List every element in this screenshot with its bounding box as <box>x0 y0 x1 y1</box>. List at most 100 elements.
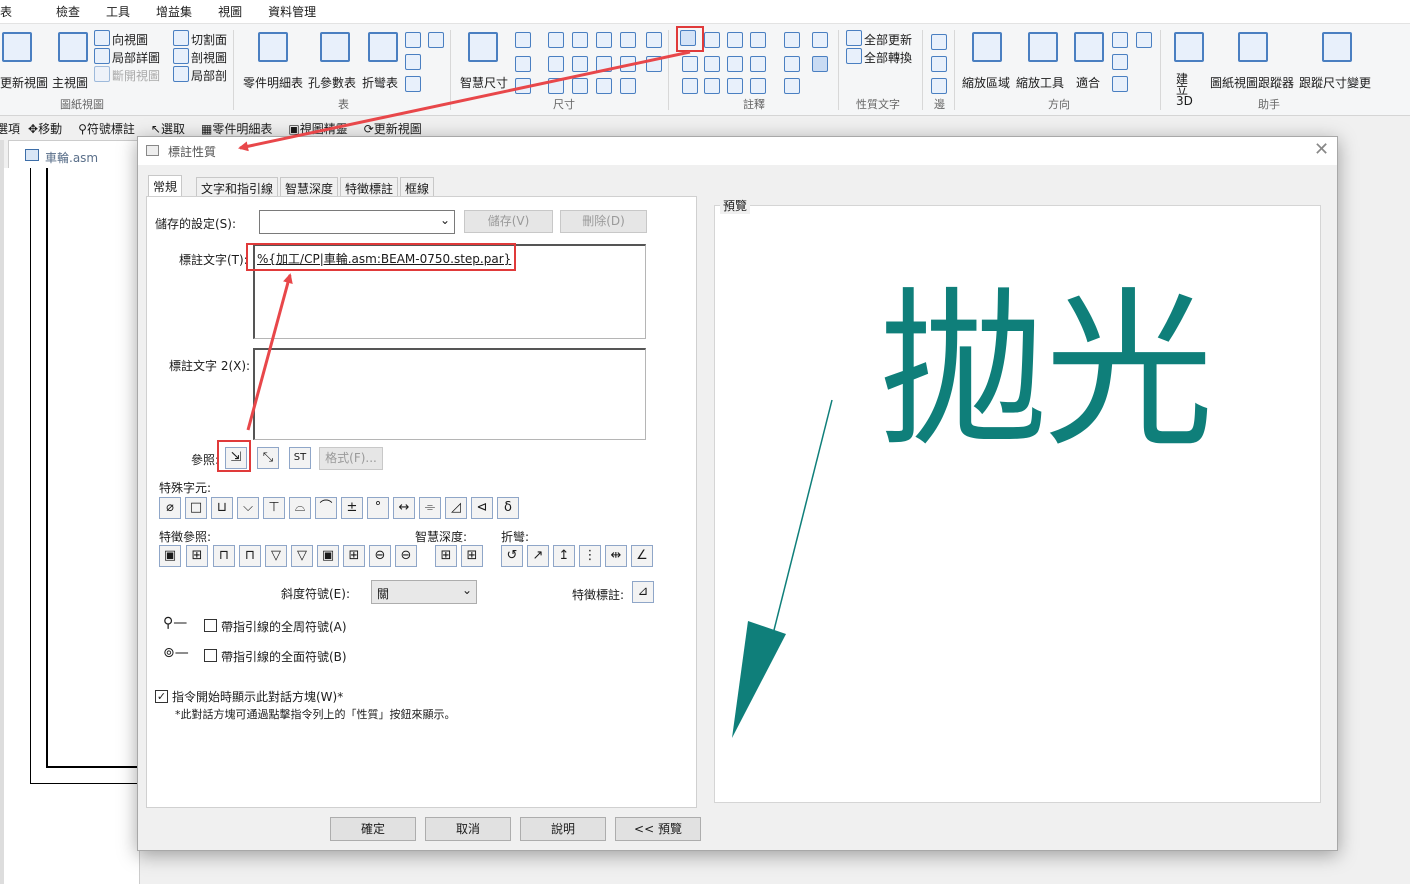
feature-ref-icon[interactable]: ▣ <box>317 545 339 567</box>
update-all-button[interactable]: 全部更新 <box>864 31 912 48</box>
section-view-icon[interactable] <box>173 48 189 64</box>
special-char-button[interactable]: ⌓ <box>289 497 311 519</box>
quickbar-view-wizard[interactable]: ▣視圖精靈 <box>288 120 355 137</box>
feature-ref-icon[interactable]: ▣ <box>159 545 181 567</box>
annotation-tool-icon[interactable] <box>750 32 766 48</box>
bend-icon[interactable]: ∠ <box>631 545 653 567</box>
bend-table-icon[interactable] <box>368 32 398 62</box>
dimension-reference-icon[interactable]: ⤡ <box>257 447 279 469</box>
dimension-tool-icon[interactable] <box>620 78 636 94</box>
special-char-button[interactable]: ± <box>341 497 363 519</box>
table-tool-icon[interactable] <box>405 32 421 48</box>
menu-item-view[interactable]: 視圖 <box>218 3 242 20</box>
broken-view-button[interactable]: 斷開視圖 <box>112 67 160 84</box>
track-dimension-icon[interactable] <box>1322 32 1352 62</box>
zoom-small-icon[interactable] <box>1112 32 1128 48</box>
zoom-area-button[interactable]: 縮放區域 <box>962 74 1010 91</box>
view-tool-icon[interactable] <box>1112 76 1128 92</box>
annotation-tool-icon[interactable] <box>812 32 828 48</box>
annotation-tool-icon[interactable] <box>682 78 698 94</box>
smart-depth-icon[interactable]: ⊞ <box>461 545 483 567</box>
annotation-tool-icon[interactable] <box>750 78 766 94</box>
table-tool-icon[interactable] <box>405 54 421 70</box>
preview-toggle-button[interactable]: << 預覽 <box>615 817 701 841</box>
annotation-tool-icon[interactable] <box>727 78 743 94</box>
special-char-button[interactable]: ◿ <box>445 497 467 519</box>
partial-section-button[interactable]: 局部剖 <box>191 67 227 84</box>
dimension-tool-icon[interactable] <box>646 32 662 48</box>
dimension-tool-icon[interactable] <box>620 32 636 48</box>
dimension-tool-icon[interactable] <box>548 78 564 94</box>
save-button[interactable]: 儲存(V) <box>464 210 553 233</box>
special-char-button[interactable]: ⌵ <box>237 497 259 519</box>
menu-item-tools[interactable]: 工具 <box>106 3 130 20</box>
special-char-button[interactable]: ⊲ <box>471 497 493 519</box>
dimension-tool-icon[interactable] <box>515 78 531 94</box>
feature-ref-icon[interactable]: ⊖ <box>395 545 417 567</box>
menu-item-addins[interactable]: 增益集 <box>156 3 192 20</box>
parts-list-icon[interactable] <box>258 32 288 62</box>
dimension-tool-icon[interactable] <box>548 32 564 48</box>
feature-ref-icon[interactable]: ▽ <box>291 545 313 567</box>
dimension-tool-icon[interactable] <box>515 56 531 72</box>
drawing-view-tracker-icon[interactable] <box>1238 32 1268 62</box>
dimension-tool-icon[interactable] <box>646 56 662 72</box>
tab-text-and-leader[interactable]: 文字和指引線 <box>196 177 279 197</box>
document-tab[interactable]: 車輪.asm <box>8 140 138 168</box>
quickbar-update-views[interactable]: ⟳更新視圖 <box>364 120 430 137</box>
annotation-tool-icon[interactable] <box>704 56 720 72</box>
annotation-tool-icon[interactable] <box>750 56 766 72</box>
view-tool-icon[interactable] <box>1112 54 1128 70</box>
feature-ref-icon[interactable]: ⊓ <box>213 545 235 567</box>
view-direction-button[interactable]: 向視圖 <box>112 31 148 48</box>
annotation-tool-icon[interactable] <box>704 78 720 94</box>
cutting-plane-icon[interactable] <box>173 30 189 46</box>
drawing-canvas[interactable] <box>0 168 140 884</box>
table-tool-icon[interactable] <box>428 32 444 48</box>
fit-button[interactable]: 適合 <box>1076 74 1100 91</box>
special-char-button[interactable]: ⊤ <box>263 497 285 519</box>
format-button[interactable]: 格式(F)... <box>319 447 383 470</box>
dimension-tool-icon[interactable] <box>515 32 531 48</box>
main-view-button[interactable]: 主視圖 <box>52 74 88 91</box>
dimension-tool-icon[interactable] <box>572 56 588 72</box>
smart-dimension-icon[interactable] <box>468 32 498 62</box>
update-views-icon[interactable] <box>2 32 32 62</box>
bend-table-button[interactable]: 折彎表 <box>362 74 398 91</box>
smart-depth-icon[interactable]: ⊞ <box>435 545 457 567</box>
pan-icon[interactable] <box>1136 32 1152 48</box>
tab-feature-callout[interactable]: 特徵標註 <box>340 177 399 197</box>
help-button[interactable]: 說明 <box>520 817 606 841</box>
edge-tool-icon[interactable] <box>931 56 947 72</box>
drawing-view-tracker-button[interactable]: 圖紙視圖跟蹤器 <box>1210 74 1294 91</box>
leader-all-over-checkbox[interactable] <box>204 649 217 662</box>
leader-all-around-checkbox[interactable] <box>204 619 217 632</box>
feature-ref-icon[interactable]: ⊖ <box>369 545 391 567</box>
cancel-button[interactable]: 取消 <box>425 817 511 841</box>
callout-text-input[interactable]: %{加工/CP|車輪.asm:BEAM-0750.step.par} <box>253 244 646 339</box>
edge-tool-icon[interactable] <box>931 34 947 50</box>
property-text-reference-icon[interactable]: ⇲ <box>225 447 247 469</box>
smart-dimension-button[interactable]: 智慧尺寸 <box>460 74 508 91</box>
broken-view-icon[interactable] <box>94 66 110 82</box>
dimension-tool-icon[interactable] <box>572 78 588 94</box>
menu-item-table[interactable]: 表 <box>0 3 12 20</box>
detail-view-icon[interactable] <box>94 48 110 64</box>
annotation-tool-icon[interactable] <box>784 32 800 48</box>
table-tool-icon[interactable] <box>405 76 421 92</box>
feature-ref-icon[interactable]: ▽ <box>265 545 287 567</box>
dimension-tool-icon[interactable] <box>548 56 564 72</box>
section-view-button[interactable]: 剖視圖 <box>191 49 227 66</box>
callout-text2-input[interactable] <box>253 348 646 440</box>
annotation-tool-icon[interactable] <box>727 56 743 72</box>
parts-list-button[interactable]: 零件明細表 <box>243 74 303 91</box>
quickbar-callout[interactable]: ⚲符號標註 <box>78 120 143 137</box>
fit-icon[interactable] <box>1074 32 1104 62</box>
bend-icon[interactable]: ⇹ <box>605 545 627 567</box>
zoom-tool-icon[interactable] <box>1028 32 1058 62</box>
dimension-tool-icon[interactable] <box>572 32 588 48</box>
special-char-button[interactable]: ⌀ <box>159 497 181 519</box>
track-dimension-button[interactable]: 跟蹤尺寸變更 <box>1299 74 1371 91</box>
dimension-tool-icon[interactable] <box>596 78 612 94</box>
menu-item-inspect[interactable]: 檢查 <box>56 3 80 20</box>
